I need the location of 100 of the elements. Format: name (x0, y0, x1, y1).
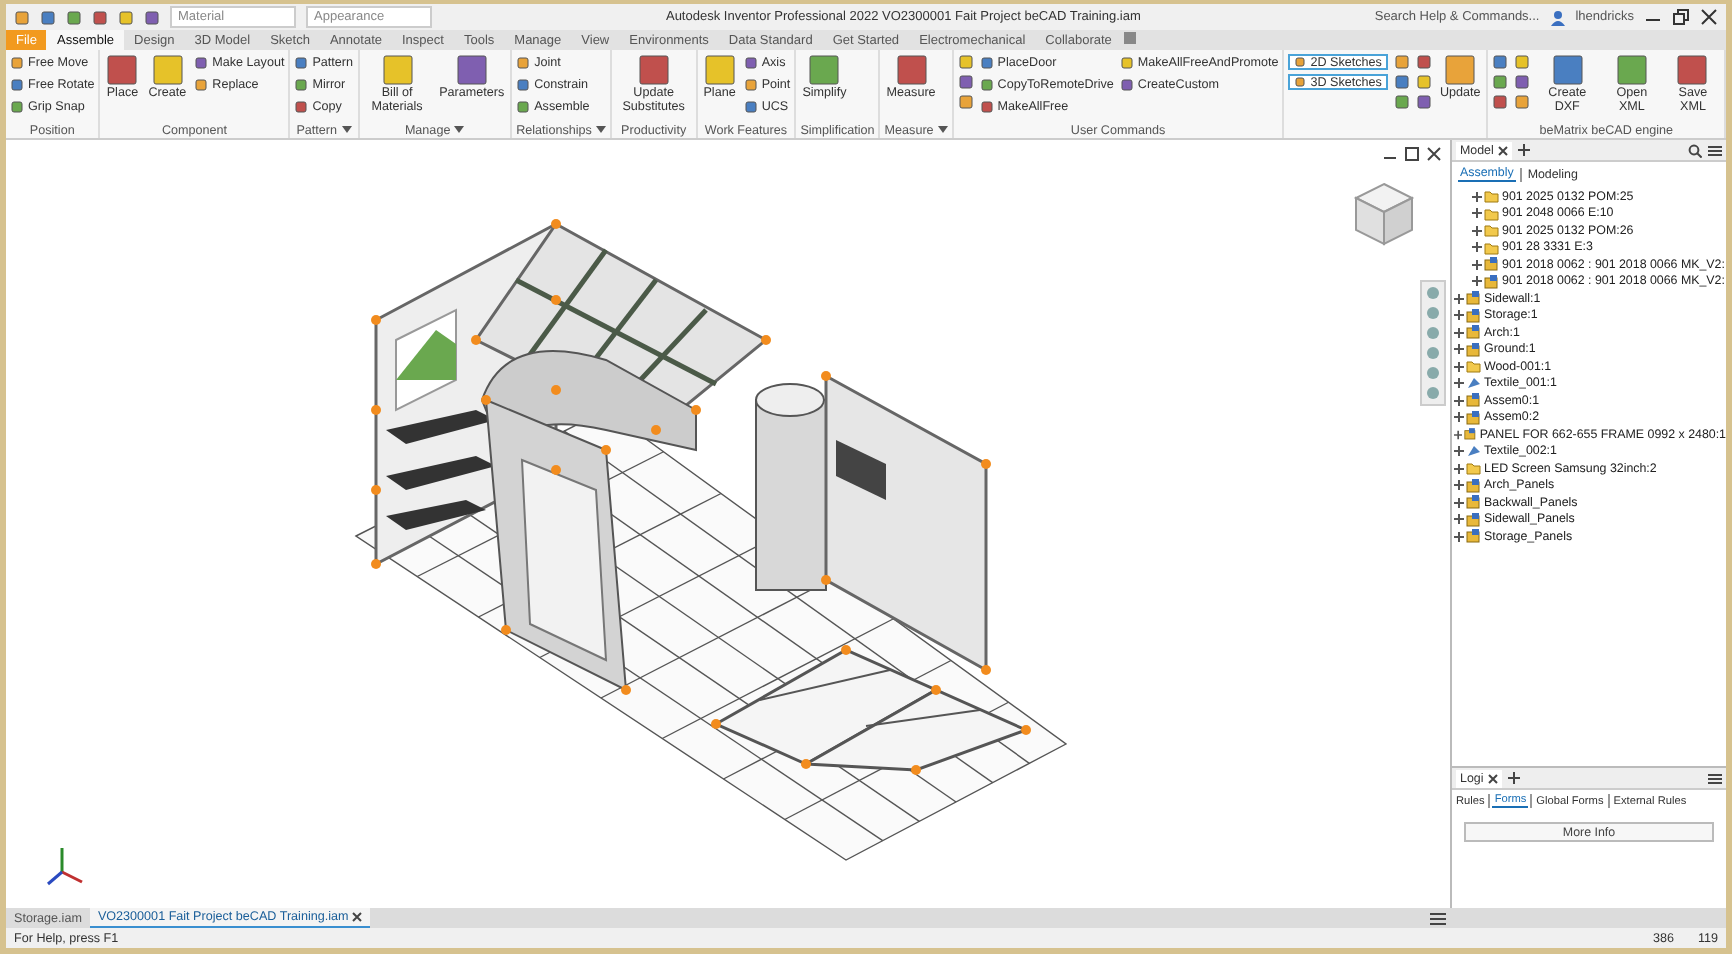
square-icon[interactable] (106, 54, 139, 86)
square-icon[interactable] (1119, 78, 1134, 92)
expand-icon[interactable] (1454, 497, 1464, 508)
square-icon[interactable] (1415, 74, 1432, 90)
expand-icon[interactable] (1472, 225, 1482, 236)
square-icon[interactable] (1492, 54, 1509, 70)
square-icon[interactable] (194, 78, 209, 92)
square-icon[interactable] (979, 100, 994, 114)
square-icon[interactable] (979, 56, 994, 70)
square-icon[interactable] (1444, 54, 1477, 86)
square-icon[interactable] (10, 56, 24, 70)
close-icon[interactable] (1497, 145, 1508, 155)
close-icon[interactable] (1700, 8, 1718, 26)
close-icon[interactable] (352, 912, 363, 922)
expand-icon[interactable] (1454, 293, 1464, 304)
textile-icon (1466, 375, 1482, 392)
folder-icon (1466, 460, 1482, 477)
add-icon[interactable] (1517, 144, 1530, 156)
view-cube-icon[interactable] (1350, 180, 1418, 248)
expand-icon[interactable] (1454, 531, 1464, 542)
axis-triad-icon (46, 844, 86, 888)
expand-icon[interactable] (1472, 191, 1482, 202)
expand-icon[interactable] (1454, 412, 1464, 423)
square-icon[interactable] (703, 54, 736, 86)
close-icon[interactable] (1487, 773, 1498, 783)
square-icon[interactable] (743, 78, 758, 92)
square-icon[interactable] (40, 9, 56, 25)
square-icon[interactable] (743, 56, 758, 70)
restore-icon[interactable] (1672, 8, 1690, 26)
restore-icon[interactable] (1404, 146, 1420, 162)
caret-icon[interactable] (595, 126, 606, 134)
square-icon[interactable] (1514, 74, 1531, 90)
caret-icon[interactable] (454, 126, 465, 134)
square-icon[interactable] (144, 9, 160, 25)
menu-icon[interactable] (1708, 143, 1722, 157)
expand-icon[interactable] (1454, 446, 1464, 457)
close-icon[interactable] (1426, 146, 1442, 162)
expand-icon[interactable] (1454, 395, 1464, 406)
square-icon[interactable] (1393, 54, 1410, 70)
expand-icon[interactable] (1454, 480, 1464, 491)
expand-icon[interactable] (1472, 276, 1482, 287)
square-icon[interactable] (1393, 94, 1410, 110)
square-icon[interactable] (895, 54, 928, 86)
square-icon[interactable] (10, 78, 24, 92)
square-icon[interactable] (1393, 74, 1410, 90)
square-icon[interactable] (1551, 54, 1584, 86)
square-icon[interactable] (1119, 56, 1134, 70)
square-icon[interactable] (455, 54, 488, 86)
square-icon[interactable] (1514, 54, 1531, 70)
square-icon[interactable] (1294, 56, 1307, 68)
square-icon[interactable] (381, 54, 414, 86)
expand-icon[interactable] (1472, 242, 1482, 253)
square-icon[interactable] (1121, 30, 1138, 46)
square-icon[interactable] (1615, 54, 1648, 86)
square-icon[interactable] (10, 100, 24, 114)
square-icon[interactable] (66, 9, 82, 25)
expand-icon[interactable] (1454, 378, 1464, 389)
square-icon[interactable] (979, 78, 994, 92)
square-icon[interactable] (194, 56, 209, 70)
square-icon[interactable] (743, 100, 758, 114)
square-icon[interactable] (1676, 54, 1709, 86)
expand-icon[interactable] (1454, 514, 1464, 525)
expand-icon[interactable] (1454, 310, 1464, 321)
square-icon[interactable] (516, 56, 531, 70)
expand-icon[interactable] (1454, 429, 1463, 440)
add-icon[interactable] (1507, 772, 1520, 784)
user-icon[interactable] (1549, 9, 1566, 25)
square-icon[interactable] (294, 78, 309, 92)
square-icon[interactable] (14, 9, 30, 25)
square-icon[interactable] (118, 9, 134, 25)
square-icon[interactable] (1492, 94, 1509, 110)
expand-icon[interactable] (1454, 344, 1464, 355)
square-icon[interactable] (1415, 94, 1432, 110)
caret-icon[interactable] (341, 126, 352, 134)
square-icon[interactable] (92, 9, 108, 25)
square-icon[interactable] (516, 100, 531, 114)
expand-icon[interactable] (1472, 208, 1482, 219)
textile-icon (1466, 443, 1482, 460)
square-icon[interactable] (957, 74, 974, 90)
expand-icon[interactable] (1454, 327, 1464, 338)
menu-icon[interactable] (1708, 771, 1722, 785)
expand-icon[interactable] (1454, 361, 1464, 372)
folder-icon (1466, 358, 1482, 375)
menu-icon[interactable] (1430, 911, 1446, 925)
caret-icon[interactable] (937, 126, 948, 134)
square-icon[interactable] (808, 54, 841, 86)
square-icon[interactable] (957, 94, 974, 110)
search-icon[interactable] (1688, 143, 1702, 157)
square-icon[interactable] (294, 100, 309, 114)
square-icon[interactable] (957, 54, 974, 70)
square-icon[interactable] (294, 56, 309, 70)
square-icon[interactable] (1492, 74, 1509, 90)
expand-icon[interactable] (1454, 463, 1464, 474)
square-icon[interactable] (637, 54, 670, 86)
square-icon[interactable] (1514, 94, 1531, 110)
expand-icon[interactable] (1472, 259, 1482, 270)
square-icon[interactable] (516, 78, 531, 92)
square-icon[interactable] (1294, 76, 1307, 88)
square-icon[interactable] (151, 54, 184, 86)
square-icon[interactable] (1415, 54, 1432, 70)
